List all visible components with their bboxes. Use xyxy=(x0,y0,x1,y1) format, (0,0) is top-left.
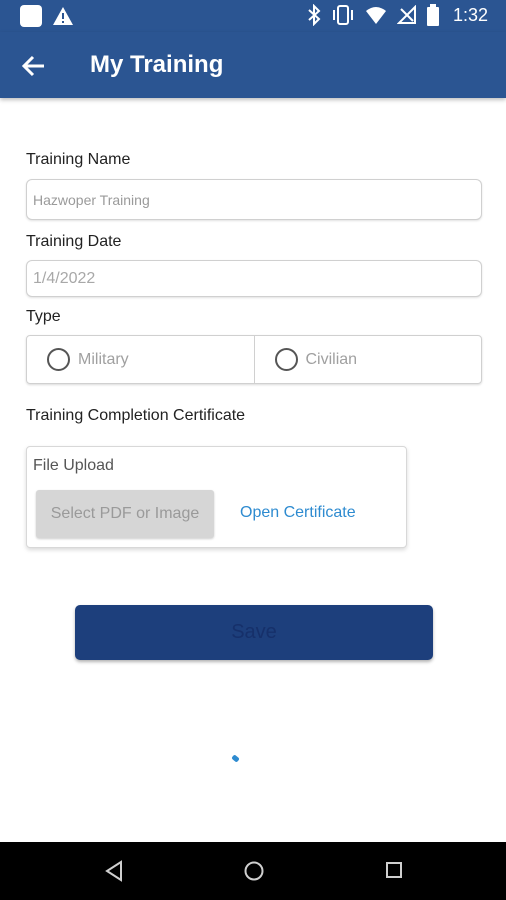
radio-military[interactable]: Military xyxy=(27,336,254,383)
page-title: My Training xyxy=(90,51,224,78)
home-nav-icon[interactable] xyxy=(243,860,265,882)
training-date-label: Training Date xyxy=(26,233,122,250)
radio-civilian[interactable]: Civilian xyxy=(253,336,482,383)
training-name-label: Training Name xyxy=(26,151,131,168)
select-pdf-button[interactable]: Select PDF or Image xyxy=(36,490,214,538)
radio-circle-icon[interactable] xyxy=(274,348,298,371)
file-upload-title: File Upload xyxy=(33,457,114,474)
save-button[interactable]: Save xyxy=(75,605,433,660)
status-bar: 1:32 xyxy=(0,0,506,32)
open-certificate-link[interactable]: Open Certificate xyxy=(240,504,356,522)
status-time: 1:32 xyxy=(452,4,488,25)
loading-indicator xyxy=(231,754,240,763)
back-nav-icon[interactable] xyxy=(104,860,124,882)
training-name-placeholder: Hazwoper Training xyxy=(33,191,150,208)
bluetooth-icon xyxy=(308,4,321,26)
app-notification-icon xyxy=(20,5,42,27)
recents-nav-icon[interactable] xyxy=(384,860,404,880)
warning-icon xyxy=(53,7,73,25)
type-label: Type xyxy=(26,308,61,325)
type-radio-group: Military Civilian xyxy=(26,335,482,384)
app-bar: My Training xyxy=(0,32,506,98)
battery-icon xyxy=(426,4,439,26)
file-upload-card: File Upload Select PDF or Image Open Cer… xyxy=(26,446,407,548)
training-name-input[interactable]: Hazwoper Training xyxy=(26,179,482,220)
radio-military-label: Military xyxy=(78,350,129,368)
certificate-label: Training Completion Certificate xyxy=(26,407,246,424)
training-date-input[interactable]: 1/4/2022 xyxy=(26,260,482,297)
no-signal-icon xyxy=(396,5,416,24)
system-nav-bar xyxy=(0,842,506,900)
wifi-icon xyxy=(365,7,386,24)
radio-civilian-label: Civilian xyxy=(305,350,358,368)
training-date-value: 1/4/2022 xyxy=(33,269,96,287)
radio-circle-icon[interactable] xyxy=(47,348,70,371)
back-arrow-icon[interactable] xyxy=(20,52,48,80)
vibrate-icon xyxy=(332,5,353,25)
